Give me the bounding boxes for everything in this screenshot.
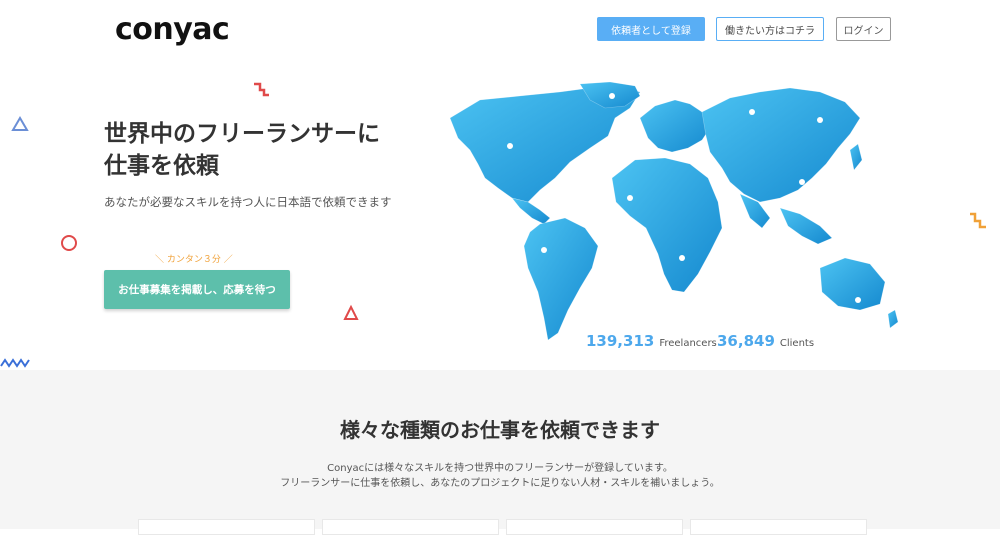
service-card[interactable] bbox=[506, 519, 683, 535]
site-header: conyac 依頼者として登録 働きたい方はコチラ ログイン bbox=[0, 0, 1000, 60]
hint-label: ＼ カンタン３分 ／ bbox=[155, 252, 233, 265]
services-description: Conyacには様々なスキルを持つ世界中のフリーランサーが登録しています。 フリ… bbox=[0, 461, 1000, 491]
service-card[interactable] bbox=[690, 519, 867, 535]
hero-title-line1: 世界中のフリーランサーに bbox=[104, 121, 380, 147]
conyac-logo[interactable]: conyac bbox=[115, 12, 230, 47]
zigzag-deco-icon bbox=[254, 82, 269, 97]
services-desc-line2: フリーランサーに仕事を依頼し、あなたのプロジェクトに足りない人材・スキルを補いま… bbox=[280, 478, 720, 489]
clients-label: Clients bbox=[779, 338, 815, 349]
freelancers-label: Freelancers bbox=[659, 338, 717, 349]
circle-deco-icon bbox=[61, 235, 77, 251]
register-worker-button[interactable]: 働きたい方はコチラ bbox=[716, 17, 824, 41]
zigzag-orange-deco-icon bbox=[970, 212, 986, 229]
service-card[interactable] bbox=[322, 519, 499, 535]
hint-left-mark: ＼ bbox=[155, 255, 167, 265]
hint-right-mark: ／ bbox=[220, 255, 233, 265]
login-button[interactable]: ログイン bbox=[836, 17, 891, 41]
clients-count: 36,849 bbox=[717, 332, 775, 350]
wave-deco-icon bbox=[0, 358, 30, 368]
hero-subtitle: あなたが必要なスキルを持つ人に日本語で依頼できます bbox=[104, 195, 392, 209]
services-desc-line1: Conyacには様々なスキルを持つ世界中のフリーランサーが登録しています。 bbox=[327, 463, 673, 474]
clients-stat: 36,849 Clients bbox=[717, 332, 814, 350]
freelancers-count: 139,313 bbox=[586, 332, 655, 350]
hero-title-line2: 仕事を依頼 bbox=[104, 153, 219, 179]
services-section: 様々な種類のお仕事を依頼できます Conyacには様々なスキルを持つ世界中のフリ… bbox=[0, 370, 1000, 535]
world-map-illustration bbox=[449, 81, 899, 341]
services-title: 様々な種類のお仕事を依頼できます bbox=[340, 418, 660, 442]
register-client-button[interactable]: 依頼者として登録 bbox=[597, 17, 705, 41]
hero-title: 世界中のフリーランサーに 仕事を依頼 bbox=[104, 118, 424, 182]
triangle-red-deco-icon bbox=[343, 304, 359, 320]
post-job-button[interactable]: お仕事募集を掲載し、応募を待つ bbox=[104, 270, 290, 309]
service-card[interactable] bbox=[138, 519, 315, 535]
triangle-deco-icon bbox=[11, 116, 29, 131]
hint-text: カンタン３分 bbox=[166, 255, 221, 265]
freelancers-stat: 139,313 Freelancers bbox=[586, 332, 717, 350]
